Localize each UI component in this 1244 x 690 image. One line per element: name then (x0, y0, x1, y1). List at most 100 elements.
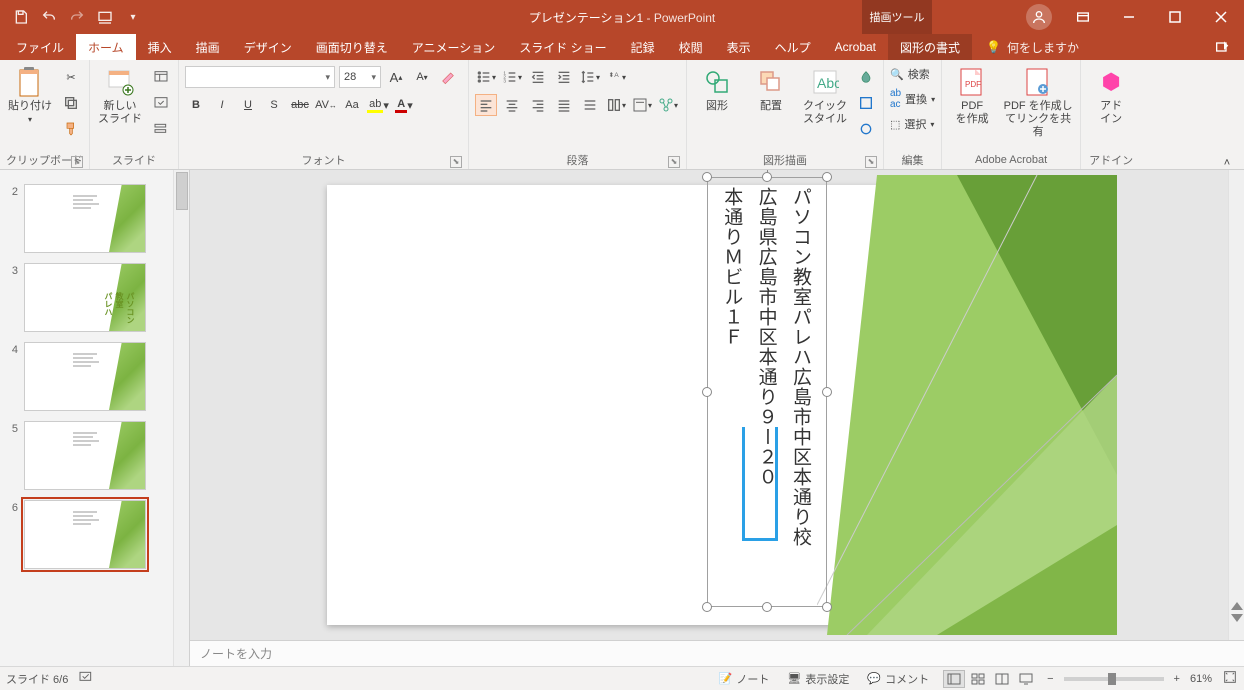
justify-button[interactable] (553, 94, 575, 116)
tab-home[interactable]: ホーム (76, 34, 136, 60)
addins-button[interactable]: ⬢ アド イン (1087, 66, 1135, 126)
decrease-indent-icon[interactable] (527, 66, 549, 88)
tab-design[interactable]: デザイン (232, 34, 304, 60)
tab-record[interactable]: 記録 (619, 34, 667, 60)
select-button[interactable]: ⬚選択▾ (890, 116, 935, 132)
zoom-in-button[interactable]: + (1174, 673, 1180, 685)
align-right-button[interactable] (527, 94, 549, 116)
font-color-button[interactable]: A▾ (393, 94, 415, 116)
tab-animations[interactable]: アニメーション (400, 34, 508, 60)
align-center-button[interactable] (501, 94, 523, 116)
bold-button[interactable]: B (185, 94, 207, 116)
find-button[interactable]: 🔍検索 (890, 66, 935, 82)
tab-insert[interactable]: 挿入 (136, 34, 184, 60)
underline-button[interactable]: U (237, 94, 259, 116)
zoom-value[interactable]: 61% (1190, 673, 1212, 685)
increase-indent-icon[interactable] (553, 66, 575, 88)
clear-formatting-icon[interactable] (437, 66, 459, 88)
font-name-combo[interactable]: ▾ (185, 66, 335, 88)
shape-fill-icon[interactable] (855, 66, 877, 88)
decrease-font-icon[interactable]: A▾ (411, 66, 433, 88)
tell-me-search[interactable]: 💡 何をしますか (972, 34, 1093, 60)
align-left-button[interactable] (475, 94, 497, 116)
thumbnail-slide[interactable] (24, 342, 146, 411)
undo-icon[interactable] (38, 6, 60, 28)
shadow-button[interactable]: S (263, 94, 285, 116)
comments-toggle[interactable]: 💬コメント (863, 671, 933, 687)
thumbnail-slide[interactable] (24, 184, 146, 253)
clipboard-dialog-launcher[interactable]: ⬊ (71, 156, 83, 168)
account-icon[interactable] (1026, 4, 1052, 30)
display-settings[interactable]: 🖥表示設定 (783, 671, 853, 687)
slide-scrollbar[interactable] (1228, 170, 1244, 640)
next-slide-icon[interactable] (1231, 614, 1243, 622)
slide-layout-icon[interactable] (150, 66, 172, 88)
resize-handle-e[interactable] (822, 387, 832, 397)
font-dialog-launcher[interactable]: ⬊ (450, 156, 462, 168)
redo-icon[interactable] (66, 6, 88, 28)
paste-button[interactable]: 貼り付け ▾ (6, 66, 54, 124)
notes-toggle[interactable]: 📝ノート (715, 671, 774, 687)
numbering-icon[interactable]: 123▾ (501, 66, 523, 88)
format-painter-icon[interactable] (60, 118, 82, 140)
slide-section-icon[interactable] (150, 118, 172, 140)
strikethrough-button[interactable]: abc (289, 94, 311, 116)
cut-icon[interactable]: ✂ (60, 66, 82, 88)
create-pdf-button[interactable]: PDF PDF を作成 (948, 66, 996, 126)
increase-font-icon[interactable]: A▴ (385, 66, 407, 88)
arrange-button[interactable]: 配置 (747, 66, 795, 113)
shapes-button[interactable]: 図形 (693, 66, 741, 113)
shape-effects-icon[interactable] (855, 118, 877, 140)
ribbon-display-options-icon[interactable] (1060, 0, 1106, 34)
replace-button[interactable]: abac置換▾ (890, 88, 935, 110)
bullets-icon[interactable]: ▾ (475, 66, 497, 88)
share-button[interactable] (1200, 34, 1244, 60)
drawing-dialog-launcher[interactable]: ⬊ (865, 156, 877, 168)
change-case-button[interactable]: Aa (341, 94, 363, 116)
tab-draw[interactable]: 描画 (184, 34, 232, 60)
thumbnail-slide[interactable] (24, 421, 146, 490)
slideshow-view-icon[interactable] (1015, 670, 1037, 688)
normal-view-icon[interactable] (943, 670, 965, 688)
tab-slideshow[interactable]: スライド ショー (507, 34, 618, 60)
tab-acrobat[interactable]: Acrobat (823, 34, 888, 60)
text-direction-icon[interactable]: ⬍A▾ (605, 66, 627, 88)
fit-to-window-icon[interactable] (1222, 669, 1238, 688)
paragraph-dialog-launcher[interactable]: ⬊ (668, 156, 680, 168)
zoom-out-button[interactable]: − (1047, 673, 1053, 685)
copy-icon[interactable] (60, 92, 82, 114)
tab-help[interactable]: ヘルプ (763, 34, 823, 60)
start-from-beginning-icon[interactable] (94, 6, 116, 28)
resize-handle-n[interactable] (762, 172, 772, 182)
resize-handle-ne[interactable] (822, 172, 832, 182)
minimize-button[interactable] (1106, 0, 1152, 34)
tab-view[interactable]: 表示 (715, 34, 763, 60)
font-size-combo[interactable]: 28▾ (339, 66, 381, 88)
textbox-selected[interactable]: パソコン教室パレハ広島市中区本通り校 広島県広島市中区本通り９ー２０ 本通りＭビ… (707, 177, 827, 607)
resize-handle-w[interactable] (702, 387, 712, 397)
maximize-button[interactable] (1152, 0, 1198, 34)
spell-check-icon[interactable] (78, 669, 94, 688)
new-slide-button[interactable]: 新しい スライド (96, 66, 144, 126)
tab-format[interactable]: 図形の書式 (888, 34, 972, 60)
notes-pane[interactable]: ノートを入力 (190, 640, 1244, 666)
zoom-slider[interactable] (1064, 677, 1164, 681)
reading-view-icon[interactable] (991, 670, 1013, 688)
thumbnail-slide[interactable]: パソコン教室パレハ (24, 263, 146, 332)
slide-position[interactable]: スライド 6/6 (6, 671, 68, 687)
resize-handle-s[interactable] (762, 602, 772, 612)
tab-review[interactable]: 校閲 (667, 34, 715, 60)
slide-reset-icon[interactable] (150, 92, 172, 114)
resize-handle-sw[interactable] (702, 602, 712, 612)
line-spacing-icon[interactable]: ▾ (579, 66, 601, 88)
tab-file[interactable]: ファイル (4, 34, 76, 60)
distribute-button[interactable] (579, 94, 601, 116)
qat-customize-icon[interactable]: ▾ (122, 6, 144, 28)
columns-icon[interactable]: ▾ (605, 94, 627, 116)
italic-button[interactable]: I (211, 94, 233, 116)
align-text-icon[interactable]: ▾ (631, 94, 653, 116)
resize-handle-nw[interactable] (702, 172, 712, 182)
close-button[interactable] (1198, 0, 1244, 34)
highlight-color-button[interactable]: ab▾ (367, 94, 389, 116)
prev-slide-icon[interactable] (1231, 602, 1243, 610)
